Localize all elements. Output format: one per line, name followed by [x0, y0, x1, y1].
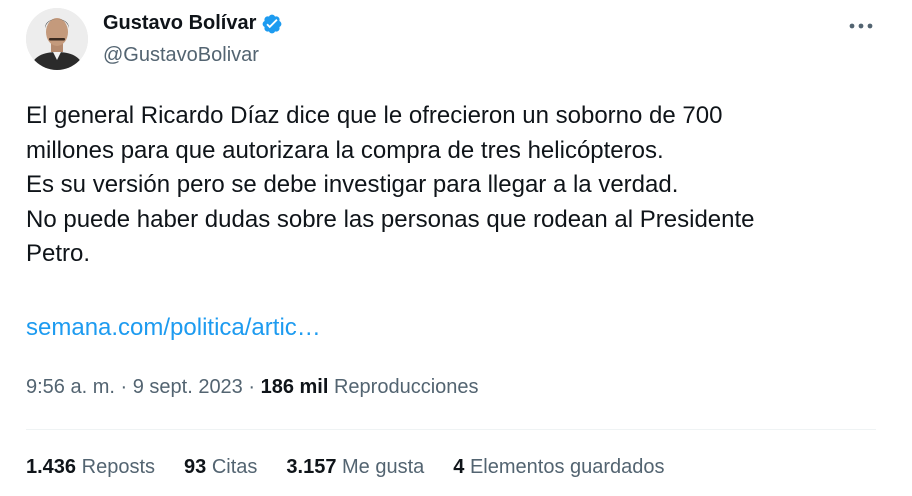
likes-label: Me gusta — [342, 456, 425, 478]
reposts-label: Reposts — [81, 456, 155, 478]
views-label: Reproducciones — [333, 376, 479, 398]
tweet-text-line: Es su versión pero se debe investigar pa… — [26, 171, 679, 198]
divider — [26, 429, 876, 430]
meta-separator: · — [114, 376, 133, 398]
reposts-stat[interactable]: 1.436 Reposts — [26, 456, 155, 479]
quotes-count: 93 — [184, 456, 207, 478]
author-name-row[interactable]: Gustavo Bolívar — [103, 12, 283, 35]
views-count: 186 mil — [260, 376, 329, 398]
likes-stat[interactable]: 3.157 Me gusta — [286, 456, 424, 479]
more-horizontal-icon — [849, 23, 873, 29]
reposts-count: 1.436 — [26, 456, 77, 478]
bookmarks-count: 4 — [453, 456, 465, 478]
article-link[interactable]: semana.com/politica/artic… — [26, 314, 321, 342]
engagement-stats: 1.436 Reposts 93 Citas 3.157 Me gusta 4 … — [26, 456, 694, 479]
tweet-card: Gustavo Bolívar @GustavoBolivar El gener… — [0, 0, 912, 496]
quotes-stat[interactable]: 93 Citas — [184, 456, 257, 479]
more-options-button[interactable] — [846, 14, 876, 38]
avatar-portrait-icon — [26, 8, 88, 70]
avatar[interactable] — [26, 8, 88, 70]
verified-badge-icon — [262, 14, 282, 33]
quotes-label: Citas — [211, 456, 258, 478]
bookmarks-label: Elementos guardados — [469, 456, 665, 478]
bookmarks-stat[interactable]: 4 Elementos guardados — [453, 456, 664, 479]
tweet-meta: 9:56 a. m. · 9 sept. 2023 · 186 mil Repr… — [26, 376, 479, 399]
tweet-date[interactable]: 9 sept. 2023 — [133, 376, 243, 398]
author-name[interactable]: Gustavo Bolívar — [103, 12, 256, 35]
tweet-text-line: millones para que autorizara la compra d… — [26, 136, 664, 164]
tweet-time[interactable]: 9:56 a. m. — [26, 376, 115, 398]
tweet-text-line: El general Ricardo Díaz dice que le ofre… — [26, 102, 723, 129]
author-handle[interactable]: @GustavoBolivar — [103, 44, 259, 67]
tweet-text-line: No puede haber dudas sobre las personas … — [26, 205, 755, 233]
likes-count: 3.157 — [286, 456, 337, 478]
tweet-text-line: Petro. — [26, 240, 91, 267]
tweet-text: El general Ricardo Díaz dice que le ofre… — [26, 99, 886, 272]
meta-separator: · — [242, 376, 261, 398]
